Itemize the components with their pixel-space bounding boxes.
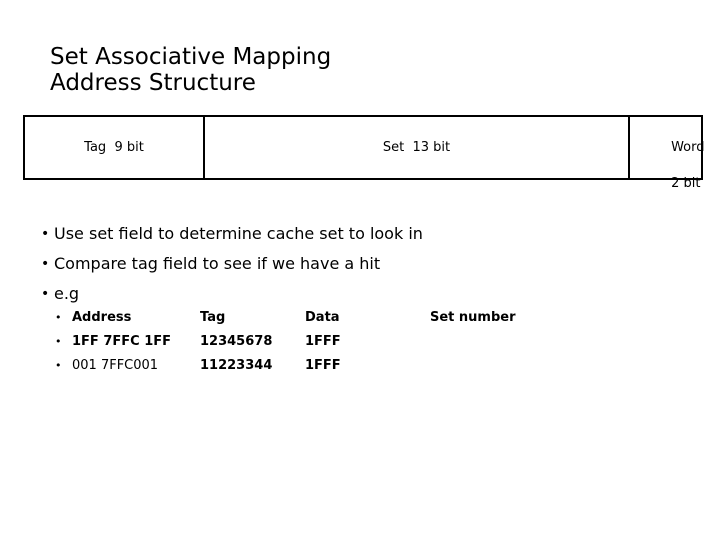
address-field-word-label: Word 2 bit bbox=[638, 121, 704, 211]
example-table-header-row: • Address Tag Data Set number bbox=[55, 306, 655, 330]
example-row-1-data: 1FFF bbox=[305, 334, 341, 349]
bullet-item-3: • e.g bbox=[30, 279, 670, 309]
bullet-list: • Use set field to determine cache set t… bbox=[30, 219, 670, 309]
bullet-point-icon: • bbox=[55, 335, 62, 348]
bullet-item-2-text: Compare tag field to see if we have a hi… bbox=[54, 254, 381, 273]
bullet-point-icon: • bbox=[41, 226, 50, 242]
example-table: • Address Tag Data Set number • 1FF 7FFC… bbox=[55, 306, 655, 378]
example-table-header-data: Data bbox=[305, 310, 340, 325]
address-field-set: Set 13 bit bbox=[205, 117, 630, 178]
address-field-word-label-line2: 2 bit bbox=[671, 176, 701, 191]
bullet-item-1-text: Use set field to determine cache set to … bbox=[54, 224, 423, 243]
address-field-word-label-line1: Word bbox=[671, 140, 705, 155]
example-table-header-address: Address bbox=[72, 310, 132, 325]
bullet-point-icon: • bbox=[55, 311, 62, 324]
example-table-header-tag: Tag bbox=[200, 310, 226, 325]
page-title-line-2: Address Structure bbox=[50, 70, 256, 96]
example-table-header-set-number: Set number bbox=[430, 310, 516, 325]
bullet-item-2: • Compare tag field to see if we have a … bbox=[30, 249, 670, 279]
example-row-1-tag: 12345678 bbox=[200, 334, 273, 349]
page-title: Set Associative Mapping Address Structur… bbox=[50, 44, 670, 96]
table-row: • 001 7FFC001 11223344 1FFF bbox=[55, 354, 655, 378]
page-title-line-1: Set Associative Mapping bbox=[50, 44, 332, 70]
bullet-point-icon: • bbox=[55, 359, 62, 372]
address-structure-table: Tag 9 bit Set 13 bit Word 2 bit bbox=[23, 115, 704, 191]
example-row-2-address: 001 7FFC001 bbox=[72, 358, 159, 373]
address-field-tag-label: Tag 9 bit bbox=[84, 139, 144, 155]
table-row: • 1FF 7FFC 1FF 12345678 1FFF bbox=[55, 330, 655, 354]
bullet-item-1: • Use set field to determine cache set t… bbox=[30, 219, 670, 249]
bullet-item-3-text: e.g bbox=[54, 284, 80, 303]
bullet-point-icon: • bbox=[41, 256, 50, 272]
address-field-set-label: Set 13 bit bbox=[382, 139, 451, 155]
bullet-point-icon: • bbox=[41, 286, 50, 302]
example-row-2-tag: 11223344 bbox=[200, 358, 273, 373]
address-field-tag: Tag 9 bit bbox=[25, 117, 205, 178]
example-row-2-data: 1FFF bbox=[305, 358, 341, 373]
address-field-word: Word 2 bit bbox=[630, 117, 704, 191]
slide-canvas: Set Associative Mapping Address Structur… bbox=[0, 0, 720, 540]
example-row-1-address: 1FF 7FFC 1FF bbox=[72, 334, 172, 349]
